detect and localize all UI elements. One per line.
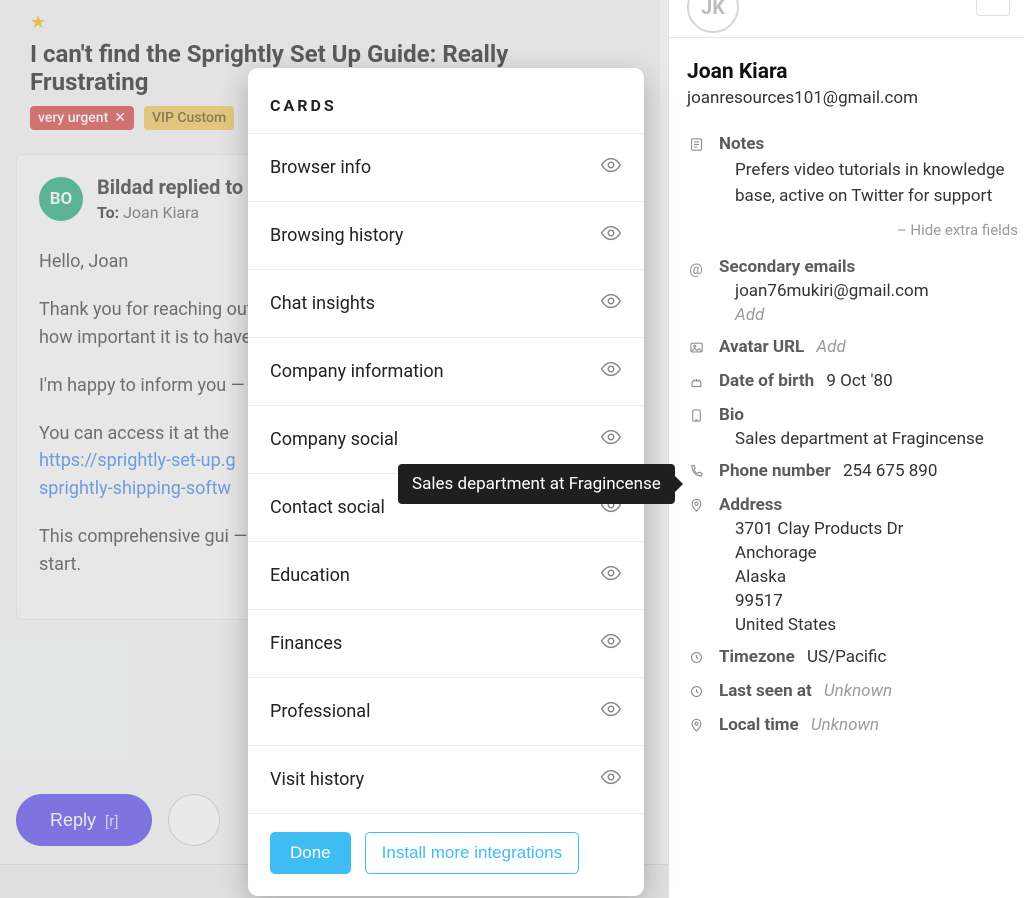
- cake-icon: [687, 374, 705, 393]
- location-icon: [687, 718, 705, 737]
- phone-label: Phone number: [719, 461, 831, 481]
- visibility-toggle-icon[interactable]: [600, 630, 622, 657]
- contact-sidebar: JK Joan Kiara joanresources101@gmail.com…: [668, 0, 1024, 898]
- card-row[interactable]: Education: [248, 541, 644, 609]
- modal-title: CARDS: [248, 68, 644, 133]
- card-label: Education: [270, 565, 350, 586]
- bio-icon: [687, 408, 705, 427]
- address-label: Address: [719, 495, 782, 515]
- visibility-toggle-icon[interactable]: [600, 698, 622, 725]
- image-icon: [687, 340, 705, 359]
- card-label: Company information: [270, 361, 444, 382]
- lastseen-value[interactable]: Unknown: [824, 681, 892, 701]
- phone-icon: [687, 464, 705, 483]
- card-label: Browsing history: [270, 225, 403, 246]
- card-row[interactable]: Chat insights: [248, 269, 644, 337]
- timezone-value[interactable]: US/Pacific: [807, 647, 886, 667]
- notes-label: Notes: [719, 134, 764, 154]
- install-integrations-button[interactable]: Install more integrations: [365, 832, 579, 874]
- sidebar-action-box[interactable]: [976, 0, 1010, 16]
- card-label: Chat insights: [270, 293, 375, 314]
- lastseen-label: Last seen at: [719, 681, 812, 701]
- contact-email[interactable]: joanresources101@gmail.com: [687, 88, 1024, 108]
- bio-tooltip: Sales department at Fragincense: [398, 464, 675, 504]
- address-line[interactable]: 3701 Clay Products Dr: [719, 519, 1024, 539]
- address-line[interactable]: Alaska: [719, 567, 1024, 587]
- email-icon: @: [687, 260, 705, 278]
- card-label: Visit history: [270, 769, 364, 790]
- visibility-toggle-icon[interactable]: [600, 358, 622, 385]
- card-row[interactable]: Browser info: [248, 133, 644, 201]
- dob-value[interactable]: 9 Oct '80: [826, 371, 892, 391]
- card-row[interactable]: Professional: [248, 677, 644, 745]
- card-label: Browser info: [270, 157, 371, 178]
- visibility-toggle-icon[interactable]: [600, 426, 622, 453]
- card-label: Company social: [270, 429, 398, 450]
- clock-icon: [687, 650, 705, 669]
- visibility-toggle-icon[interactable]: [600, 222, 622, 249]
- bio-value[interactable]: Sales department at Fragincense: [719, 429, 1024, 449]
- secondary-email-value[interactable]: joan76mukiri@gmail.com: [719, 281, 1024, 301]
- dob-label: Date of birth: [719, 371, 814, 391]
- visibility-toggle-icon[interactable]: [600, 562, 622, 589]
- location-icon: [687, 498, 705, 517]
- localtime-label: Local time: [719, 715, 799, 735]
- visibility-toggle-icon[interactable]: [600, 290, 622, 317]
- add-secondary-email[interactable]: Add: [719, 305, 1024, 325]
- card-row[interactable]: Browsing history: [248, 201, 644, 269]
- visibility-toggle-icon[interactable]: [600, 154, 622, 181]
- bio-label: Bio: [719, 405, 744, 425]
- notes-icon: [687, 137, 705, 156]
- card-row[interactable]: Company social: [248, 405, 644, 473]
- localtime-value[interactable]: Unknown: [811, 715, 879, 735]
- add-avatar-url[interactable]: Add: [816, 337, 845, 357]
- card-row[interactable]: Visit history: [248, 745, 644, 813]
- avatar-url-label: Avatar URL: [719, 337, 804, 357]
- contact-name: Joan Kiara: [687, 60, 1024, 84]
- card-row[interactable]: Company information: [248, 337, 644, 405]
- secondary-emails-label: Secondary emails: [719, 257, 855, 277]
- card-label: Professional: [270, 701, 370, 722]
- notes-text[interactable]: Prefers video tutorials in knowledge bas…: [719, 158, 1024, 209]
- address-line[interactable]: Anchorage: [719, 543, 1024, 563]
- clock-icon: [687, 684, 705, 703]
- hide-extra-fields-link[interactable]: – Hide extra fields: [687, 221, 1024, 239]
- visibility-toggle-icon[interactable]: [600, 766, 622, 793]
- card-row[interactable]: Finances: [248, 609, 644, 677]
- contact-avatar[interactable]: JK: [687, 0, 739, 33]
- address-line[interactable]: United States: [719, 615, 1024, 635]
- address-line[interactable]: 99517: [719, 591, 1024, 611]
- phone-value[interactable]: 254 675 890: [843, 461, 937, 481]
- done-button[interactable]: Done: [270, 832, 351, 874]
- card-label: Finances: [270, 633, 342, 654]
- card-label: Contact social: [270, 497, 385, 518]
- timezone-label: Timezone: [719, 647, 795, 667]
